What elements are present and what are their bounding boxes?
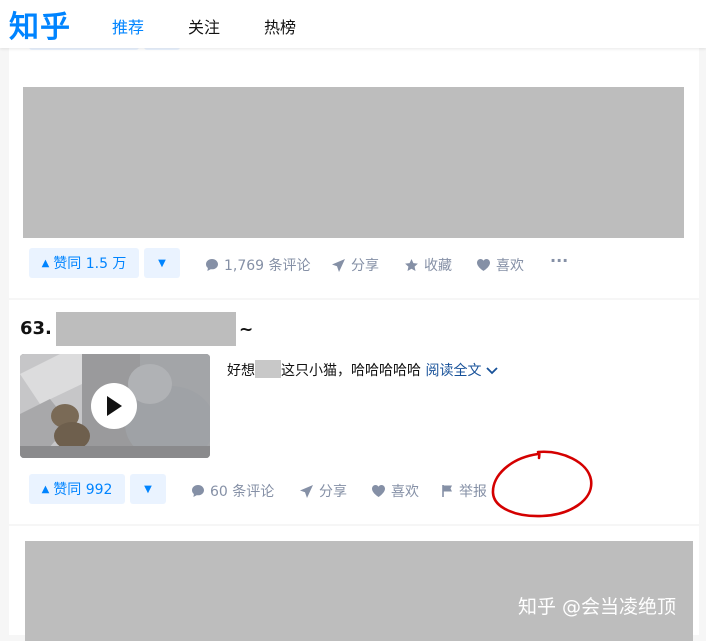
upvote-triangle-icon: ▲ <box>41 483 50 495</box>
share-label: 分享 <box>319 484 347 500</box>
feed-card-previous: ▲ 赞同 1.5 万 ▼ 1,769 条评论 分享 收藏 喜欢 ··· <box>9 48 699 298</box>
zhihu-logo[interactable]: 知乎 <box>9 2 71 46</box>
like-label: 喜欢 <box>391 484 419 500</box>
tab-follow[interactable]: 关注 <box>188 14 220 38</box>
upvote-triangle-icon: ▲ <box>41 257 50 269</box>
more-options-button[interactable]: ··· <box>550 251 568 270</box>
more-dots-icon: ··· <box>550 251 569 270</box>
play-icon <box>107 396 122 416</box>
flag-icon <box>442 485 452 497</box>
like-button-63[interactable]: 喜欢 <box>371 481 419 501</box>
report-button[interactable]: 举报 <box>442 481 487 501</box>
share-button-63[interactable]: 分享 <box>299 481 347 501</box>
like-label: 喜欢 <box>496 258 524 274</box>
comments-button-63[interactable]: 60 条评论 <box>191 481 274 501</box>
play-button[interactable] <box>91 383 137 429</box>
next-answer-image-redacted <box>25 541 693 641</box>
top-navbar: 知乎 推荐 关注 热榜 <box>0 0 706 48</box>
answer-index: 63. <box>20 318 52 339</box>
like-button[interactable]: 喜欢 <box>476 255 524 275</box>
share-button[interactable]: 分享 <box>331 255 379 275</box>
share-plane-icon <box>332 258 345 272</box>
answer-title[interactable]: 63. <box>20 318 52 339</box>
comment-bubble-icon <box>206 259 218 271</box>
red-annotation-circle <box>491 450 593 518</box>
downvote-button-63[interactable]: ▼ <box>130 474 166 504</box>
zhihu-watermark: 知乎 @会当凌绝顶 <box>518 596 677 618</box>
upvote-button-63[interactable]: ▲ 赞同 992 <box>29 474 125 504</box>
answer-excerpt[interactable]: 好想 这只小猫，哈哈哈哈哈 阅读全文 <box>227 360 498 380</box>
collect-button[interactable]: 收藏 <box>404 255 452 275</box>
comment-bubble-icon <box>192 485 204 497</box>
downvote-button[interactable]: ▼ <box>144 248 180 278</box>
tab-hot-list[interactable]: 热榜 <box>264 14 296 38</box>
share-label: 分享 <box>351 258 379 274</box>
report-label: 举报 <box>459 484 487 500</box>
read-more-link[interactable]: 阅读全文 <box>425 363 498 379</box>
chevron-down-icon <box>486 367 498 375</box>
star-icon <box>405 258 418 271</box>
upvote-button[interactable]: ▲ 赞同 1.5 万 <box>29 248 139 278</box>
excerpt-redacted-block <box>255 360 281 378</box>
collect-label: 收藏 <box>424 258 452 274</box>
title-redacted-block <box>56 312 236 346</box>
share-plane-icon <box>300 484 313 498</box>
comments-count: 1,769 条评论 <box>224 258 311 274</box>
title-tilde: ~ <box>239 320 254 340</box>
excerpt-start: 好想 <box>227 363 255 379</box>
comments-count: 60 条评论 <box>210 484 275 500</box>
answer-image-redacted <box>23 87 684 238</box>
downvote-triangle-icon: ▼ <box>144 483 152 495</box>
upvote-label: 赞同 992 <box>53 482 113 498</box>
heart-icon <box>477 259 490 271</box>
upvote-label: 赞同 1.5 万 <box>53 256 127 272</box>
video-thumbnail[interactable] <box>20 354 210 458</box>
downvote-triangle-icon: ▼ <box>158 257 166 269</box>
heart-icon <box>372 485 385 497</box>
comments-button[interactable]: 1,769 条评论 <box>205 255 311 275</box>
tab-recommend[interactable]: 推荐 <box>112 14 144 38</box>
excerpt-end: 这只小猫，哈哈哈哈哈 <box>281 363 421 379</box>
